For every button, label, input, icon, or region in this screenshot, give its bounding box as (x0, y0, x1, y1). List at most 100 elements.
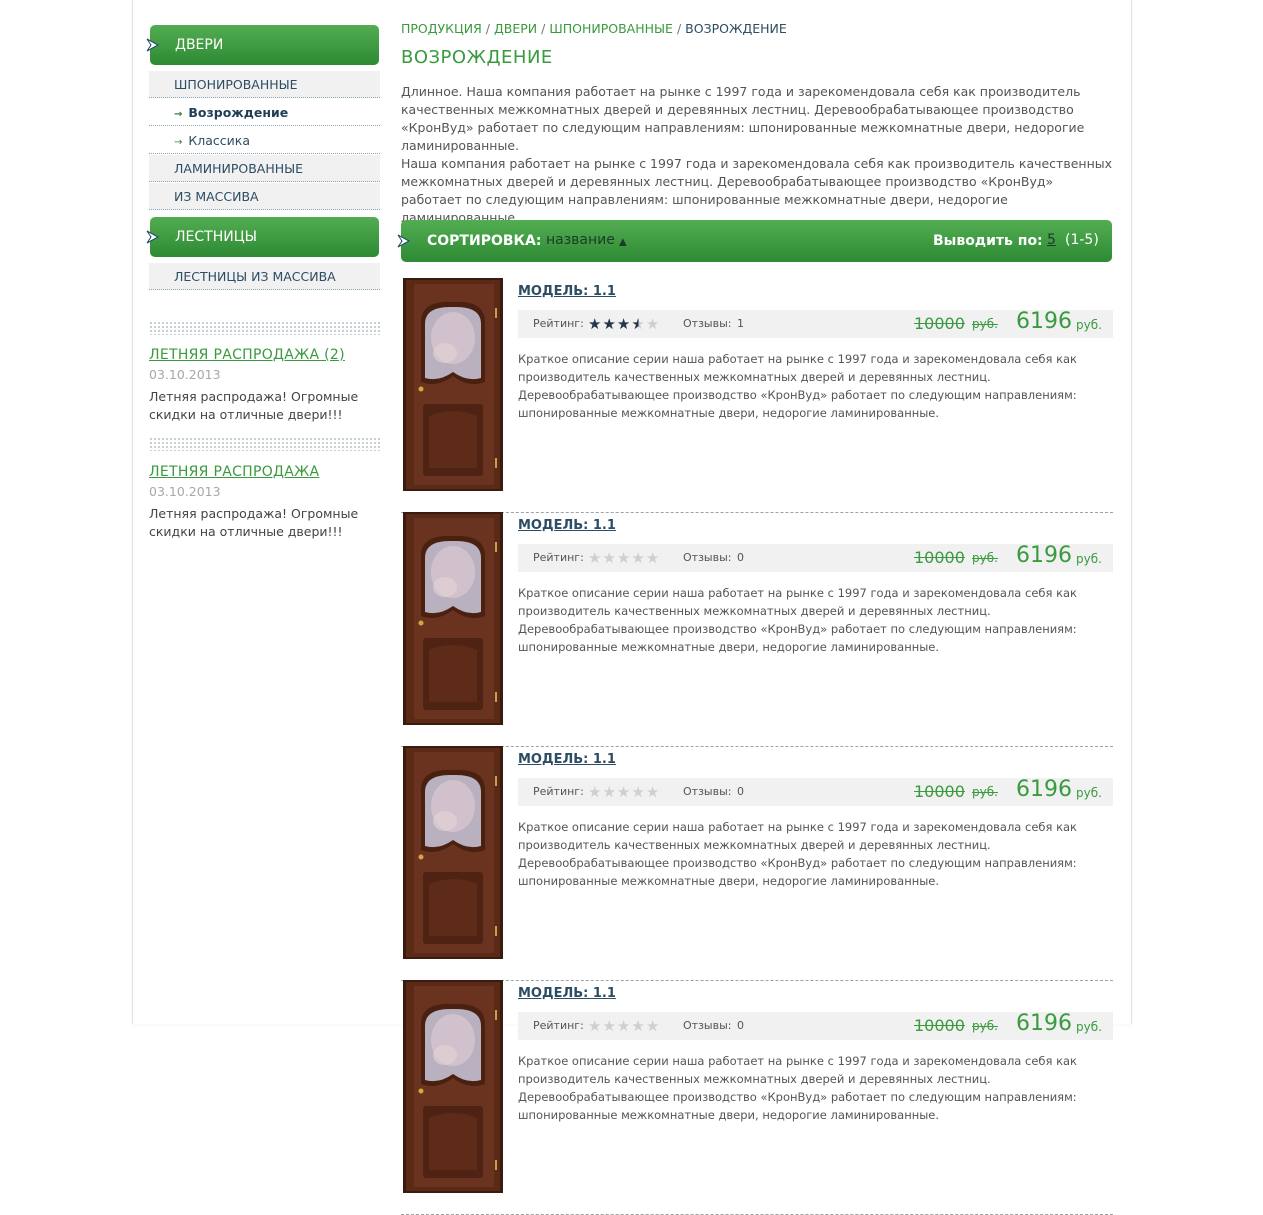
product-info-bar: Рейтинг: ★★★★★ Отзывы: 0 10000 руб. 6196… (518, 1011, 1113, 1040)
sort-value-text: название (546, 232, 615, 248)
sidebar-category-label: ЛЕСТНИЦЫ (175, 229, 257, 245)
category-description: Длинное. Наша компания работает на рынке… (401, 83, 1113, 227)
arrow-right-icon (146, 38, 160, 52)
rating-label: Рейтинг: (533, 551, 584, 564)
reviews-label: Отзывы: (683, 785, 732, 798)
product-description: Краткое описание серии наша работает на … (518, 1054, 1078, 1122)
sidebar-item-vozrozhdenie[interactable]: → Возрождение (149, 99, 380, 126)
product-description: Краткое описание серии наша работает на … (518, 820, 1078, 888)
door-product-image[interactable] (403, 980, 503, 1193)
breadcrumb-link-products[interactable]: ПРОДУКЦИЯ (401, 21, 482, 36)
sidebar-category-stairs[interactable]: ЛЕСТНИЦЫ (146, 217, 379, 257)
per-page-option[interactable]: 5 (1047, 232, 1056, 248)
product-description: Краткое описание серии наша работает на … (518, 352, 1078, 420)
news-text: Летняя распродажа! Огромные скидки на от… (149, 389, 359, 422)
news-title-link[interactable]: ЛЕТНЯЯ РАСПРОДАЖА (149, 464, 319, 480)
results-range: (1-5) (1065, 232, 1099, 248)
old-price: 10000 (914, 1016, 965, 1035)
arrow-bullet-icon: → (174, 137, 183, 148)
sort-bar: СОРТИРОВКА: название ▲ Выводить по: 5 (1… (397, 220, 1112, 262)
reviews-label: Отзывы: (683, 1019, 732, 1032)
product-description: Краткое описание серии наша работает на … (518, 586, 1078, 654)
rating-label: Рейтинг: (533, 785, 584, 798)
arrow-right-icon (146, 230, 160, 244)
sidebar-item-label: ЛАМИНИРОВАННЫЕ (174, 161, 304, 176)
product-model-link[interactable]: МОДЕЛЬ: 1.1 (518, 518, 616, 533)
product-item: МОДЕЛЬ: 1.1 Рейтинг: ★★★★★ Отзывы: 0 100… (401, 980, 1113, 1215)
star-icon[interactable]: ★ (602, 1017, 616, 1035)
old-price: 10000 (914, 782, 965, 801)
door-product-image[interactable] (403, 746, 503, 959)
star-icon[interactable]: ★ (631, 549, 645, 567)
breadcrumb-current: ВОЗРОЖДЕНИЕ (685, 21, 787, 36)
breadcrumb: ПРОДУКЦИЯ / ДВЕРИ / ШПОНИРОВАННЫЕ / ВОЗРОЖДЕНИ… (401, 21, 787, 36)
reviews-count: 0 (737, 785, 744, 798)
star-icon[interactable]: ★ (588, 783, 602, 801)
door-product-image[interactable] (403, 278, 503, 491)
sort-ascending-icon: ▲ (619, 237, 627, 247)
divider (149, 437, 380, 451)
news-text: Летняя распродажа! Огромные скидки на от… (149, 506, 359, 539)
rating-stars[interactable]: ★★★★★ (588, 1017, 660, 1035)
sidebar-item-klassika[interactable]: → Классика (149, 127, 380, 154)
sort-by-name-link[interactable]: название ▲ (546, 232, 626, 248)
star-icon[interactable]: ★ (631, 1017, 645, 1035)
sidebar-item-label: ИЗ МАССИВА (174, 189, 259, 204)
reviews-label: Отзывы: (683, 551, 732, 564)
sidebar-item-laminated[interactable]: ЛАМИНИРОВАННЫЕ (149, 155, 380, 182)
star-icon[interactable]: ★ (588, 1017, 602, 1035)
sidebar-item-stairs-solid[interactable]: ЛЕСТНИЦЫ ИЗ МАССИВА (149, 263, 380, 290)
reviews-count: 0 (737, 1019, 744, 1032)
reviews-count: 1 (737, 317, 744, 330)
star-icon[interactable]: ★ (588, 315, 602, 333)
star-icon[interactable]: ★ (646, 315, 660, 333)
current-price: 6196 (1016, 309, 1072, 334)
sidebar-category-doors[interactable]: ДВЕРИ (146, 25, 379, 65)
product-item: МОДЕЛЬ: 1.1 Рейтинг: ★★★★★ Отзывы: 0 100… (401, 512, 1113, 747)
breadcrumb-link-veneered[interactable]: ШПОНИРОВАННЫЕ (549, 21, 673, 36)
breadcrumb-separator: / (485, 21, 490, 36)
sidebar-category-label: ДВЕРИ (175, 37, 224, 53)
star-icon[interactable]: ★ (617, 1017, 631, 1035)
per-page-label: Выводить по: (933, 233, 1043, 249)
star-icon[interactable]: ★ (602, 783, 616, 801)
arrow-bullet-icon: → (174, 109, 183, 120)
sidebar-item-solid[interactable]: ИЗ МАССИВА (149, 183, 380, 210)
news-date: 03.10.2013 (149, 367, 221, 382)
door-product-image[interactable] (403, 512, 503, 725)
star-icon[interactable]: ★ (646, 1017, 660, 1035)
product-item: МОДЕЛЬ: 1.1 Рейтинг: ★★★★★ Отзывы: 1 100… (401, 278, 1113, 513)
product-info-bar: Рейтинг: ★★★★★ Отзывы: 0 10000 руб. 6196… (518, 777, 1113, 806)
old-price-currency: руб. (972, 551, 998, 565)
star-icon[interactable]: ★ (588, 549, 602, 567)
news-date: 03.10.2013 (149, 484, 221, 499)
rating-stars[interactable]: ★★★★★ (588, 315, 660, 333)
star-icon[interactable]: ★ (646, 549, 660, 567)
star-icon[interactable]: ★ (631, 315, 645, 333)
product-model-link[interactable]: МОДЕЛЬ: 1.1 (518, 752, 616, 767)
description-paragraph: Наша компания работает на рынке с 1997 г… (401, 156, 1113, 225)
star-icon[interactable]: ★ (617, 783, 631, 801)
rating-stars[interactable]: ★★★★★ (588, 783, 660, 801)
divider (149, 321, 380, 335)
reviews-label: Отзывы: (683, 317, 732, 330)
old-price-currency: руб. (972, 317, 998, 331)
product-model-link[interactable]: МОДЕЛЬ: 1.1 (518, 284, 616, 299)
star-icon[interactable]: ★ (631, 783, 645, 801)
current-price: 6196 (1016, 777, 1072, 802)
star-icon[interactable]: ★ (617, 549, 631, 567)
star-icon[interactable]: ★ (602, 315, 616, 333)
rating-stars[interactable]: ★★★★★ (588, 549, 660, 567)
breadcrumb-link-doors[interactable]: ДВЕРИ (494, 21, 537, 36)
old-price-currency: руб. (972, 1019, 998, 1033)
sort-label: СОРТИРОВКА: (427, 233, 542, 249)
star-icon[interactable]: ★ (617, 315, 631, 333)
product-item: МОДЕЛЬ: 1.1 Рейтинг: ★★★★★ Отзывы: 0 100… (401, 746, 1113, 981)
current-price: 6196 (1016, 543, 1072, 568)
sidebar-item-label: Возрождение (188, 105, 289, 120)
product-model-link[interactable]: МОДЕЛЬ: 1.1 (518, 986, 616, 1001)
star-icon[interactable]: ★ (646, 783, 660, 801)
sidebar-item-veneered[interactable]: ШПОНИРОВАННЫЕ (149, 71, 380, 98)
star-icon[interactable]: ★ (602, 549, 616, 567)
news-title-link[interactable]: ЛЕТНЯЯ РАСПРОДАЖА (2) (149, 347, 345, 363)
